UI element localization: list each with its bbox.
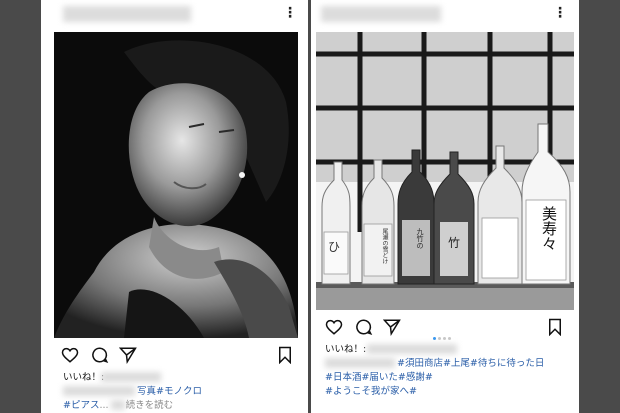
read-more-link[interactable]: 続きを読む <box>126 400 174 411</box>
carousel-dot <box>438 337 441 340</box>
left-post-header: ⋮ <box>41 0 308 30</box>
bottle-label-3: 九竹の <box>416 228 424 249</box>
caption-hashtags[interactable]: 写真#モノクロ <box>137 386 202 397</box>
likes-names-blurred[interactable] <box>101 372 161 382</box>
carousel-indicator <box>433 325 453 344</box>
caption-line-2[interactable]: #日本酒#届いた#感謝# <box>325 372 433 383</box>
carousel-dot <box>443 337 446 340</box>
caption-line-3: #ようこそ我が家へ# <box>325 386 417 397</box>
likes-names-blurred[interactable] <box>367 344 457 354</box>
heart-icon[interactable] <box>61 346 79 364</box>
likes-line: いいね！: <box>325 344 457 355</box>
username-blurred[interactable] <box>63 6 191 22</box>
right-post-photo[interactable]: ひ 尾瀬の雪どけ 九竹の 竹 美寿々 <box>316 32 574 310</box>
caption-hashtag-piercing[interactable]: #ピアス <box>63 400 99 411</box>
right-post-header: ⋮ <box>311 0 579 30</box>
bookmark-icon[interactable] <box>277 346 293 364</box>
more-options-icon[interactable]: ⋮ <box>283 6 297 20</box>
caption-line-1: #須田商店#上尾#待ちに待った日 <box>325 358 544 369</box>
bottle-label-1: ひ <box>328 240 341 254</box>
caption-blurred-2 <box>111 400 125 410</box>
caption-hashtags-1[interactable]: #須田商店#上尾#待ちに待った日 <box>397 358 544 369</box>
heart-icon[interactable] <box>325 318 343 336</box>
portrait-image <box>54 32 298 338</box>
caption-blurred <box>63 386 135 396</box>
caption-hashtags-3[interactable]: #ようこそ我が家へ# <box>325 386 417 397</box>
likes-line: いいね！: <box>63 372 161 383</box>
bottle-label-5: 美寿々 <box>540 206 558 251</box>
bottle-label-4: 竹 <box>448 236 461 250</box>
left-post-card: ⋮ いいね！: 写真#モノクロ #ピアス... 続きを読む <box>41 0 308 413</box>
share-icon[interactable] <box>119 346 137 364</box>
caption-username-blurred <box>325 358 395 368</box>
likes-label: いいね！: <box>325 344 367 355</box>
caption-line-2: #ピアス... 続きを読む <box>63 400 173 411</box>
left-post-photo[interactable] <box>54 32 298 338</box>
left-post-actions <box>61 344 301 368</box>
bottle-label-2: 尾瀬の雪どけ <box>381 228 388 264</box>
caption-line-1: 写真#モノクロ <box>63 386 202 397</box>
comment-icon[interactable] <box>355 318 373 336</box>
username-blurred[interactable] <box>321 6 441 22</box>
bookmark-icon[interactable] <box>547 318 563 336</box>
likes-label: いいね！: <box>63 372 105 383</box>
right-post-card: ⋮ ひ 尾瀬の雪どけ 九竹の 竹 美寿々 いいね！: #須田商店#上尾#待ちに待… <box>311 0 579 413</box>
carousel-dot <box>448 337 451 340</box>
caption-ellipsis: ... <box>99 400 109 411</box>
sake-bottles-image <box>316 32 574 310</box>
right-post-actions <box>325 316 565 340</box>
comment-icon[interactable] <box>91 346 109 364</box>
share-icon[interactable] <box>383 318 401 336</box>
more-options-icon[interactable]: ⋮ <box>553 6 567 20</box>
carousel-dot-active <box>433 337 436 340</box>
